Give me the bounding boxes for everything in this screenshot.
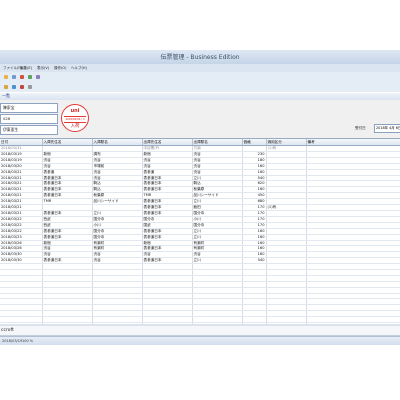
status-bar: 2018/03/19 100 % <box>0 336 400 345</box>
print-button[interactable] <box>26 73 34 81</box>
received-date-label: 受付日 <box>355 126 366 130</box>
stamp-bottom-text: 入荷 <box>70 124 80 129</box>
name-field[interactable]: 陳家宝 <box>0 103 58 113</box>
save-icon <box>20 75 24 79</box>
header-info-area <box>0 100 400 138</box>
delete-icon <box>36 75 40 79</box>
undo-button[interactable] <box>26 83 34 91</box>
menu-file[interactable]: ファイル(F) <box>3 66 22 71</box>
open-button[interactable] <box>10 73 18 81</box>
copy-button[interactable] <box>10 83 18 91</box>
toolbar-edit <box>0 82 400 92</box>
status-right: 100 % <box>22 339 34 343</box>
data-table: 日付 入庫先住名 入庫駅名 出庫先住名 出庫駅名 価格 適用区分 備考 2018… <box>0 139 400 325</box>
data-grid[interactable]: 日付 入庫先住名 入庫駅名 出庫先住名 出庫駅名 価格 適用区分 備考 2018… <box>0 138 400 325</box>
stamp-top-text: uni <box>70 108 80 114</box>
received-date-picker[interactable]: 2018年 4月 6日 <box>374 124 400 133</box>
person-field[interactable]: 伊東亜生 <box>0 125 58 135</box>
menu-help[interactable]: ヘルプ(H) <box>71 66 87 71</box>
toolbar-main <box>0 72 400 82</box>
window-title: 伝票管理 - Business Edition <box>160 54 240 61</box>
panel-label: 一覧 <box>2 93 10 98</box>
bottom-name-text: ccroft <box>1 328 14 333</box>
bottom-name-bar: ccroft <box>0 326 400 336</box>
approval-stamp: uni 2018/04/06 / 3 入荷 <box>61 104 89 132</box>
paste-button[interactable] <box>18 83 26 91</box>
delete-button[interactable] <box>34 73 42 81</box>
open-icon <box>12 75 16 79</box>
copy-icon <box>12 85 16 89</box>
new-button[interactable] <box>2 73 10 81</box>
menu-operation[interactable]: 操作(O) <box>54 66 67 71</box>
table-body: 2018/03/31 中目黒(P) 方南 (1)有 2018/03/19 新宿 調布 新宿 渋谷… <box>0 145 400 325</box>
new-icon <box>4 75 8 79</box>
cut-button[interactable] <box>2 83 10 91</box>
code-field[interactable]: 026 <box>0 114 58 124</box>
menu-edit[interactable]: 編集(E) <box>20 66 32 71</box>
undo-icon <box>28 85 32 89</box>
paste-icon <box>20 85 24 89</box>
menu-view[interactable]: 表示(V) <box>37 66 49 71</box>
save-button[interactable] <box>18 73 26 81</box>
title-bar: 伝票管理 - Business Edition <box>0 50 400 65</box>
menu-bar: ファイル(F) 編集(E) 表示(V) 操作(O) ヘルプ(H) <box>0 64 400 72</box>
cut-icon <box>4 85 8 89</box>
print-icon <box>28 75 32 79</box>
status-left: 2018/03/19 <box>2 339 23 343</box>
stamp-date-text: 2018/04/06 / 3 <box>64 116 86 123</box>
